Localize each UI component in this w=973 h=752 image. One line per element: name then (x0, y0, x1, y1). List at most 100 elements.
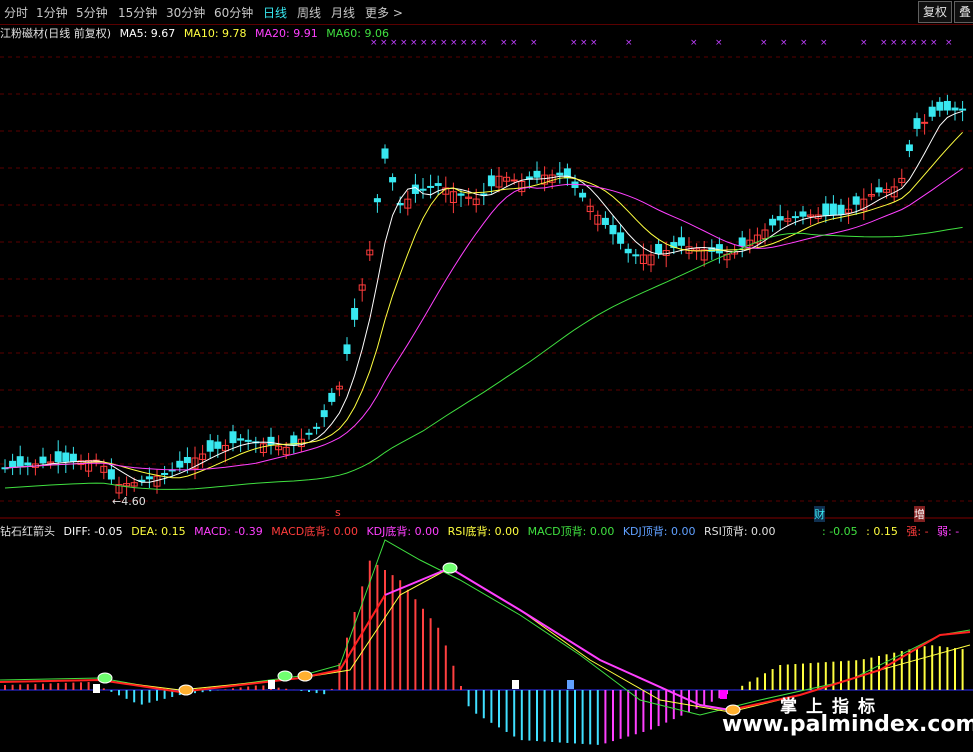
macd-top-label: MACD顶背: 0.00 (527, 525, 615, 538)
candle-body (434, 183, 442, 186)
signal-x-mark: × (780, 38, 788, 48)
signal-x-mark: × (410, 38, 418, 48)
candle-body (776, 216, 784, 221)
kline-chart[interactable]: × × × × × × × × × × × × × × × × × × × × × × × × × × × × × × × × × (0, 0, 973, 752)
candle-body (16, 456, 24, 467)
candle-body (913, 118, 921, 129)
signal-x-mark: × (920, 38, 928, 48)
signal-square (93, 684, 100, 693)
signal-x-mark: × (460, 38, 468, 48)
candle-body (943, 100, 951, 111)
candle-body (601, 217, 609, 225)
kdj-top-label: KDJ顶背: 0.00 (622, 525, 696, 538)
red-signal-segment (0, 594, 386, 694)
candle-body (487, 175, 495, 187)
candle-body (343, 344, 351, 354)
candle-body (921, 121, 929, 124)
increase-marker[interactable]: 增 (914, 506, 925, 522)
kdj-bottom-label: KDJ底背: 0.00 (366, 525, 440, 538)
candle-body (62, 452, 70, 462)
candle-body (320, 410, 328, 418)
candle-body (928, 106, 936, 117)
signal-x-mark: × (420, 38, 428, 48)
candle-body (822, 203, 830, 216)
candle-body (769, 218, 777, 226)
candle-body (145, 476, 153, 480)
candle-body (373, 198, 381, 203)
ma20-line (4, 168, 963, 471)
signal-x-mark: × (890, 38, 898, 48)
finance-marker[interactable]: 财 (814, 506, 825, 522)
magenta-signal-segment (384, 566, 731, 711)
candle-body (237, 438, 245, 441)
candle-body (457, 193, 465, 196)
right-value-a: : -0.05 (822, 525, 858, 538)
candle-body (936, 101, 944, 111)
candle-body (183, 457, 191, 464)
indicator-legend: 钻石红箭头 DIFF: -0.05 DEA: 0.15 MACD: -0.39 … (0, 523, 781, 539)
candle-body (176, 460, 184, 468)
signal-x-mark: × (945, 38, 953, 48)
candle-body (715, 244, 723, 254)
candle-body (829, 203, 837, 216)
indicator-right-legend: : -0.05 : 0.15 强: - 弱: - (822, 523, 964, 539)
candle-body (556, 172, 564, 176)
signal-x-mark: × (470, 38, 478, 48)
candle-body (54, 451, 62, 463)
indicator-name: 钻石红箭头 (0, 525, 55, 538)
candle-body (738, 237, 746, 247)
candle-body (624, 248, 632, 254)
candle-body (510, 179, 518, 182)
candle-body (214, 441, 222, 449)
candle-body (381, 148, 389, 159)
candle-body (161, 472, 169, 475)
signal-x-mark: × (580, 38, 588, 48)
signal-x-mark: × (860, 38, 868, 48)
candle-body (39, 456, 47, 464)
right-value-b: : 0.15 (866, 525, 898, 538)
signal-x-mark: × (715, 38, 723, 48)
candle-body (229, 431, 237, 444)
signal-s-marker[interactable]: s (335, 506, 341, 519)
signal-square (512, 680, 519, 689)
candle-body (328, 392, 336, 402)
macd-label: MACD: -0.39 (194, 525, 263, 538)
signal-x-mark: × (900, 38, 908, 48)
signal-x-mark: × (570, 38, 578, 48)
candle-body (389, 177, 397, 183)
signal-x-mark: × (800, 38, 808, 48)
signal-x-mark: × (510, 38, 518, 48)
candle-body (351, 307, 359, 320)
signal-x-mark: × (760, 38, 768, 48)
signal-x-mark: × (530, 38, 538, 48)
candle-body (419, 188, 427, 191)
strong-label: 强: - (906, 525, 929, 538)
candle-body (206, 440, 214, 452)
signal-x-mark: × (440, 38, 448, 48)
signal-x-mark: × (880, 38, 888, 48)
candle-body (305, 432, 313, 435)
candle-body (677, 237, 685, 246)
dea-label: DEA: 0.15 (131, 525, 186, 538)
diamond-gem-icon (442, 562, 458, 574)
signal-x-mark: × (430, 38, 438, 48)
candle-body (951, 107, 959, 111)
signal-x-mark: × (500, 38, 508, 48)
signal-x-mark: × (690, 38, 698, 48)
candle-body (9, 460, 17, 468)
signal-square (268, 680, 275, 689)
diamond-gem-icon (297, 670, 313, 682)
candle-body (791, 216, 799, 219)
candle-body (837, 204, 845, 215)
candle-body (852, 196, 860, 205)
candle-body (905, 144, 913, 152)
candle-body (632, 254, 640, 257)
candle-body (107, 469, 115, 480)
diff-line (0, 539, 971, 716)
watermark-url: www.palmindex.com (722, 712, 973, 737)
rsi-bottom-label: RSI底背: 0.00 (447, 525, 520, 538)
signal-x-mark: × (930, 38, 938, 48)
candle-body (24, 462, 32, 466)
candle-body (267, 436, 275, 446)
signal-square (567, 680, 574, 689)
